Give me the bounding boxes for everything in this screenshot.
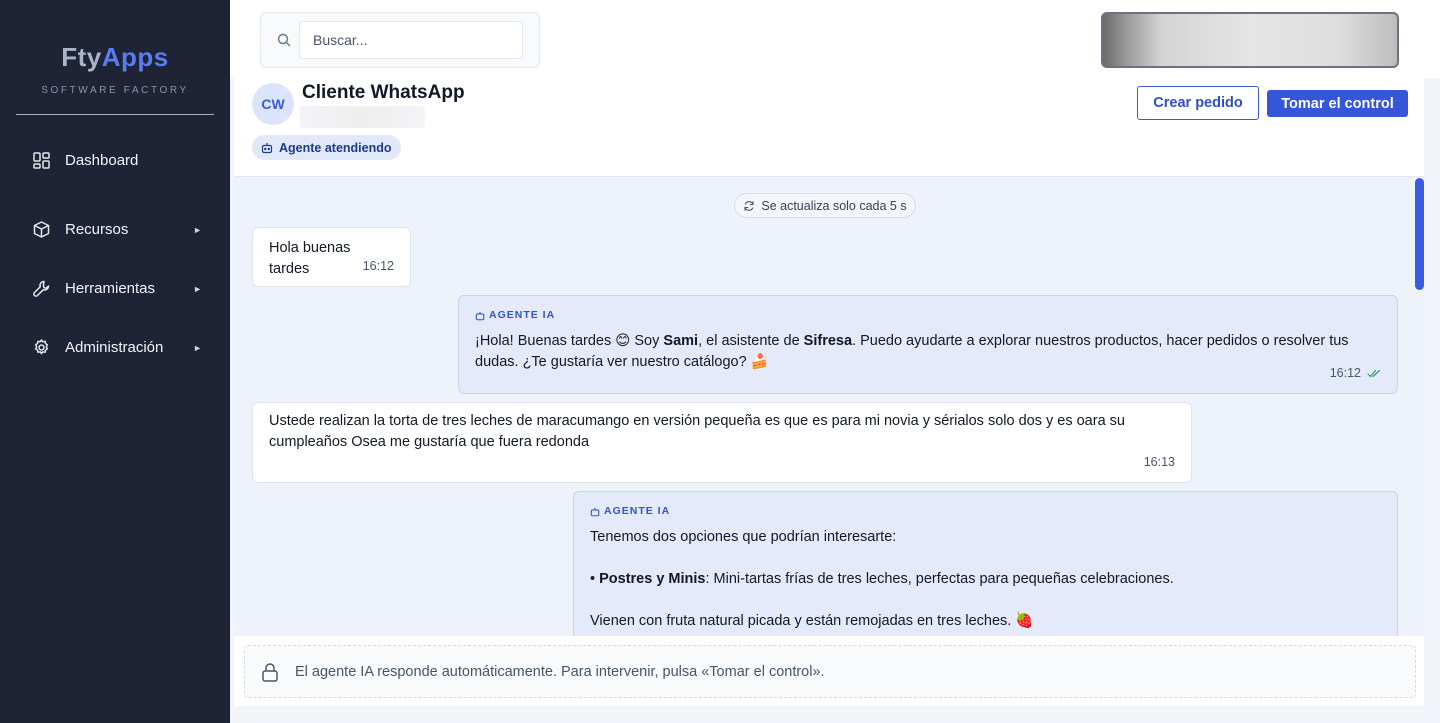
sidebar-item-label: Dashboard bbox=[65, 151, 139, 169]
sidebar-item-label: Herramientas bbox=[65, 280, 156, 297]
sidebar: FtyApps SOFTWARE FACTORY Dashboard Recur… bbox=[0, 0, 230, 723]
message-text: Vienen con fruta natural picada y están … bbox=[590, 613, 1034, 629]
message-time: 16:13 bbox=[1143, 455, 1175, 469]
chevron-right-icon: ► bbox=[193, 224, 202, 235]
message-bubble-incoming: Ustede realizan la torta de tres leches … bbox=[252, 402, 1192, 483]
chevron-right-icon: ► bbox=[193, 283, 202, 294]
sidebar-item-dashboard[interactable]: Dashboard bbox=[0, 141, 230, 179]
sidebar-item-label: Administración bbox=[65, 339, 164, 356]
status-badge: Agente atendiendo bbox=[252, 135, 401, 160]
user-profile-redacted[interactable] bbox=[1101, 12, 1399, 68]
agent-tag: AGENTE IA bbox=[590, 501, 1381, 522]
brand-divider bbox=[16, 114, 214, 115]
lock-icon bbox=[261, 662, 279, 682]
message-text: Ustede realizan la torta de tres leches … bbox=[269, 413, 1125, 450]
take-control-button[interactable]: Tomar el control bbox=[1267, 90, 1408, 117]
message-text-bold: Sifresa bbox=[803, 333, 853, 349]
brand-apps: Apps bbox=[101, 42, 169, 72]
robot-icon bbox=[590, 507, 600, 517]
chat-header: CW Cliente WhatsApp Agente atendiendo Cr… bbox=[234, 78, 1424, 177]
contact-phone-redacted bbox=[300, 106, 425, 128]
message-time: 16:12 bbox=[362, 259, 394, 273]
scrollbar-thumb[interactable] bbox=[1415, 178, 1424, 290]
message-text: • Postres y Minis: Mini-tartas frías de … bbox=[590, 569, 1381, 590]
avatar: CW bbox=[252, 83, 294, 125]
chevron-right-icon: ► bbox=[193, 342, 202, 353]
agent-tag-label: AGENTE IA bbox=[604, 505, 671, 517]
sidebar-nav: Dashboard Recursos ► Herramientas ► Admi… bbox=[0, 141, 230, 377]
brand-subtitle: SOFTWARE FACTORY bbox=[41, 85, 189, 96]
search-box bbox=[260, 12, 540, 68]
composer-notice: El agente IA responde automáticamente. P… bbox=[295, 663, 825, 680]
sidebar-item-label: Recursos bbox=[65, 221, 129, 238]
box-icon bbox=[32, 221, 50, 239]
message-text-part: , el asistente de bbox=[698, 333, 804, 349]
message-bubble-agent: AGENTE IA Tenemos dos opciones que podrí… bbox=[573, 491, 1398, 636]
message-list[interactable]: Se actualiza solo cada 5 s Hola buenas t… bbox=[234, 177, 1424, 636]
auto-refresh-note: Se actualiza solo cada 5 s bbox=[734, 193, 916, 218]
sidebar-item-administracion[interactable]: Administración ► bbox=[0, 318, 230, 377]
search-icon bbox=[277, 33, 291, 47]
refresh-icon bbox=[743, 200, 755, 212]
wrench-icon bbox=[32, 280, 50, 298]
topbar bbox=[230, 0, 1440, 78]
dashboard-icon bbox=[32, 151, 50, 169]
message-text: Tenemos dos opciones que podrían interes… bbox=[590, 529, 897, 545]
message-bubble-incoming: Hola buenas tardes 16:12 bbox=[252, 227, 411, 287]
message-time-row: 16:12 bbox=[1330, 363, 1381, 384]
brand-fty: Fty bbox=[61, 42, 102, 72]
message-text-part: ¡Hola! Buenas tardes 😊 Soy bbox=[475, 333, 664, 349]
composer-locked: El agente IA responde automáticamente. P… bbox=[244, 645, 1416, 698]
robot-icon bbox=[475, 311, 485, 321]
agent-tag: AGENTE IA bbox=[475, 305, 1381, 326]
message-text-bold: Postres y Minis bbox=[599, 571, 706, 587]
status-badge-label: Agente atendiendo bbox=[279, 140, 392, 155]
contact-name: Cliente WhatsApp bbox=[302, 82, 465, 103]
message-text-part: : Mini-tartas frías de tres leches, perf… bbox=[705, 571, 1174, 587]
bullet: • bbox=[590, 571, 600, 587]
robot-icon bbox=[261, 142, 273, 154]
message-bubble-agent: AGENTE IA ¡Hola! Buenas tardes 😊 Soy Sam… bbox=[458, 295, 1398, 394]
sidebar-item-herramientas[interactable]: Herramientas ► bbox=[0, 259, 230, 318]
message-text-bold: Sami bbox=[663, 333, 699, 349]
auto-refresh-label: Se actualiza solo cada 5 s bbox=[761, 198, 907, 213]
gear-icon bbox=[32, 339, 50, 357]
double-check-icon bbox=[1367, 369, 1381, 378]
sidebar-item-recursos[interactable]: Recursos ► bbox=[0, 200, 230, 259]
message-text: ¡Hola! Buenas tardes 😊 Soy Sami, el asis… bbox=[475, 331, 1381, 373]
create-order-button[interactable]: Crear pedido bbox=[1137, 86, 1259, 120]
message-time: 16:12 bbox=[1329, 366, 1361, 380]
search-input[interactable] bbox=[299, 21, 523, 59]
brand: FtyApps SOFTWARE FACTORY bbox=[0, 0, 230, 96]
agent-tag-label: AGENTE IA bbox=[489, 309, 556, 321]
composer-area: El agente IA responde automáticamente. P… bbox=[234, 636, 1424, 706]
brand-logo[interactable]: FtyApps bbox=[0, 42, 230, 73]
